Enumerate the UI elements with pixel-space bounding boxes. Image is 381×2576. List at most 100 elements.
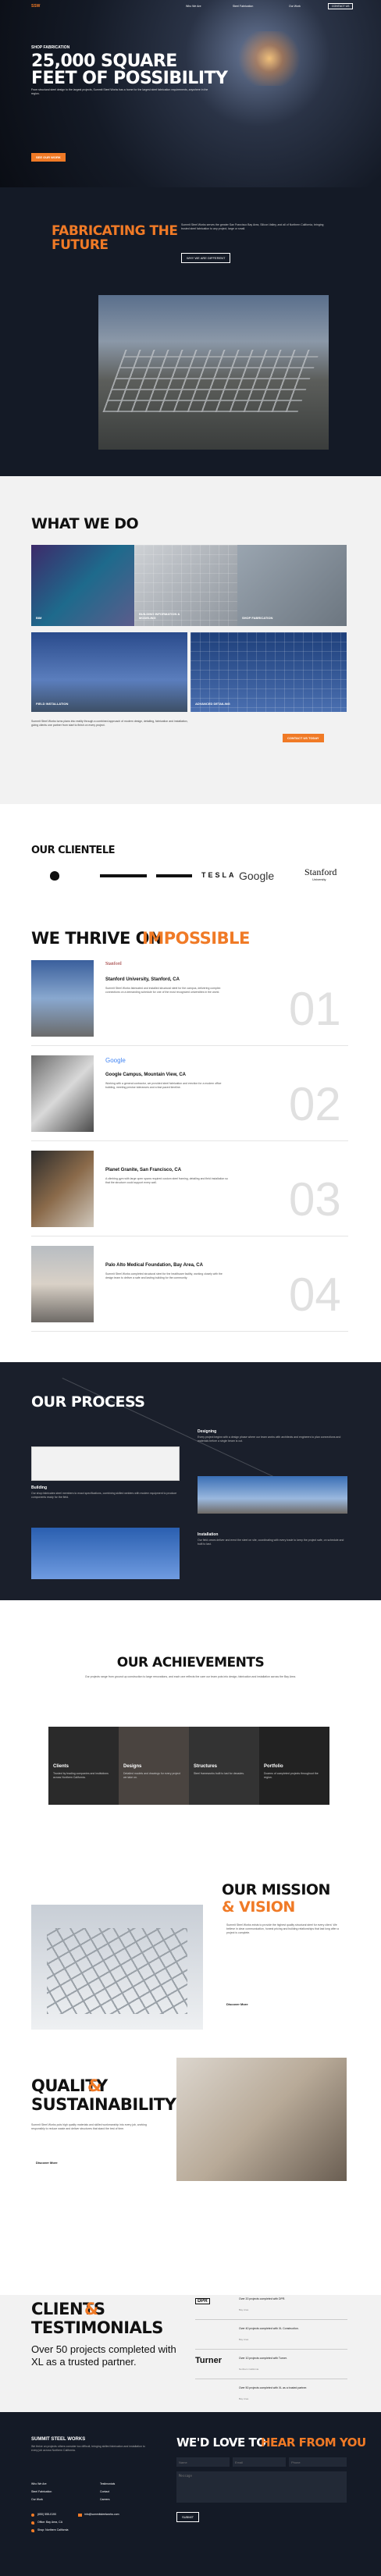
contact-title-b: HEAR FROM YOU (261, 2435, 366, 2450)
tile-field-installation[interactable]: FIELD INSTALLATION (31, 632, 187, 712)
phone-icon (31, 2514, 34, 2517)
what-we-do-body: Summit Steel Works turns plans into real… (31, 720, 188, 727)
project-photo (31, 1055, 94, 1132)
step-building-body: Our shop fabricates steel members to exa… (31, 1492, 177, 1499)
clients-section: CLIENTS & TESTIMONIALS Over 50 projects … (0, 2295, 381, 2412)
footer-link-fabrication[interactable]: Steel Fabrication (31, 2490, 52, 2493)
client-sub: Bay Area (239, 2338, 249, 2341)
location-icon (31, 2529, 34, 2532)
mission-title-b: & VISION (222, 1898, 295, 1916)
tile-bim-label: BIM (36, 616, 42, 620)
mission-body: Summit Steel Works exists to provide the… (226, 1923, 339, 1934)
mission-discover-link[interactable]: Discover More (226, 2002, 248, 2006)
project-name: Google Campus, Mountain View, CA (105, 1073, 187, 1077)
project-body: A climbing gym with large open spans req… (105, 1177, 229, 1184)
footer-link-who[interactable]: Who We Are (31, 2482, 47, 2485)
achievements-body: Our projects range from ground up constr… (84, 1675, 297, 1678)
project-brand: Google (105, 1057, 126, 1064)
nav-link-fabrication[interactable]: Steel Fabrication (233, 5, 253, 8)
tile-shop-label: SHOP FABRICATION (242, 616, 273, 620)
client-logo: Turner (195, 2356, 223, 2365)
nav-link-who[interactable]: Who We Are (186, 5, 201, 8)
project-photo (31, 960, 94, 1037)
see-work-button[interactable]: SEE OUR WORK (31, 153, 66, 162)
contact-nav-button[interactable]: CONTACT US (328, 3, 354, 9)
client-sub: Bay Area (239, 2308, 249, 2311)
mission-section: OUR MISSION & VISION Summit Steel Works … (0, 1842, 381, 2045)
clients-headline: Over 50 projects completed with XL as a … (31, 2343, 176, 2368)
quality-title-b: SUSTAINABILITY (31, 2095, 176, 2114)
name-field[interactable] (176, 2457, 230, 2467)
footer-link-careers[interactable]: Careers (100, 2498, 109, 2501)
stanford-logo-sub: University (312, 877, 326, 881)
client-item: Over 50 projects completed with XL as a … (195, 2384, 347, 2409)
why-different-button[interactable]: WHY WE ARE DIFFERENT (181, 253, 231, 263)
fabrication-photo (98, 295, 329, 450)
footer-phone[interactable]: (650) 555-0190 (37, 2513, 56, 2516)
achievement-card-title: Portfolio (264, 1764, 283, 1769)
step-installation-body: Our field crews deliver and erect the st… (198, 1539, 344, 1546)
footer-link-work[interactable]: Our Work (31, 2498, 43, 2501)
clients-title-amp: & (84, 2300, 98, 2318)
phone-field[interactable] (289, 2457, 347, 2467)
message-field[interactable] (176, 2471, 347, 2503)
footer-section: SUMMIT STEEL WORKS We thrive on projects… (0, 2412, 381, 2576)
what-we-do-section: WHAT WE DO BIM BUILDING INFORMATION & MO… (0, 476, 381, 804)
achievement-card: Clients Trusted by leading companies and… (48, 1727, 119, 1805)
fabricating-body: Summit Steel Works serves the greater Sa… (181, 223, 324, 230)
project-photo (31, 1151, 94, 1227)
project-name: Planet Granite, San Francisco, CA (105, 1168, 182, 1172)
achievement-card: Designs Detailed models and drawings for… (119, 1727, 189, 1805)
tile-shop-fabrication[interactable]: SHOP FABRICATION (237, 545, 347, 626)
tile-detailing-label: ADVANCED DETAILING (195, 702, 230, 706)
project-name: Stanford University, Stanford, CA (105, 977, 180, 982)
client-logo-2-icon (100, 874, 147, 877)
step-designing-body: Every project begins with a design phase… (198, 1436, 341, 1443)
clientele-title: OUR CLIENTELE (31, 845, 115, 856)
submit-button[interactable]: SUBMIT (176, 2512, 200, 2522)
project-name: Palo Alto Medical Foundation, Bay Area, … (105, 1263, 203, 1268)
apple-logo-icon (50, 871, 59, 881)
stanford-logo: Stanford (304, 866, 337, 877)
achievement-card-title: Designs (123, 1764, 142, 1769)
client-text: Over 10 projects completed with Turner. (239, 2357, 287, 2360)
tile-advanced-detailing[interactable]: ADVANCED DETAILING (190, 632, 347, 712)
achievements-title: OUR ACHIEVEMENTS (116, 1655, 265, 1670)
rooftop-frame (102, 350, 321, 412)
achievement-card-title: Clients (53, 1764, 69, 1769)
designing-photo (31, 1446, 180, 1481)
footer-addr1: Office: Bay Area, CA (37, 2521, 63, 2524)
process-section: OUR PROCESS Designing Every project begi… (0, 1362, 381, 1600)
achievement-card-body: Trusted by leading companies and institu… (53, 1772, 109, 1779)
project-row: Google Google Campus, Mountain View, CA … (31, 1055, 348, 1141)
client-item: Turner Over 10 projects completed with T… (195, 2354, 347, 2379)
contact-today-button[interactable]: CONTACT US TODAY (283, 734, 324, 742)
client-item: Over 40 projects completed with XL Const… (195, 2325, 347, 2350)
client-text: Over 20 projects completed with DPR. (239, 2297, 286, 2300)
step-building-title: Building (31, 1485, 47, 1490)
tile-bim[interactable]: BIM (31, 545, 134, 626)
email-field[interactable] (233, 2457, 286, 2467)
quality-discover-link[interactable]: Discover More (36, 2161, 58, 2165)
footer-link-testimonials[interactable]: Testimonials (100, 2482, 115, 2485)
google-logo: Google (239, 870, 275, 882)
installation-photo (31, 1528, 180, 1579)
tile-building-info[interactable]: BUILDING INFORMATION & MODELING (134, 545, 237, 626)
mission-photo (31, 1905, 203, 2030)
quality-body: Summit Steel Works puts high quality mat… (31, 2123, 147, 2130)
clientele-section: OUR CLIENTELE TESLA Google Stanford Univ… (0, 804, 381, 906)
project-number: 02 (289, 1078, 341, 1130)
footer-email[interactable]: info@summitsteelworks.com (84, 2513, 119, 2516)
client-logo-3-icon (156, 874, 192, 877)
fabricating-title-2: FUTURE (52, 237, 109, 253)
footer-link-contact[interactable]: Contact (100, 2490, 109, 2493)
project-row: Planet Granite, San Francisco, CA A clim… (31, 1151, 348, 1236)
nav-link-work[interactable]: Our Work (289, 5, 301, 8)
footer-desc: We thrive on projects others consider to… (31, 2445, 145, 2452)
achievement-card-body: Steel frameworks built to last for decad… (194, 1772, 244, 1775)
logo[interactable]: SSW (31, 4, 40, 9)
location-icon (31, 2521, 34, 2524)
client-item: DPR Over 20 projects completed with DPR.… (195, 2295, 347, 2320)
achievement-card: Structures Steel frameworks built to las… (189, 1727, 259, 1805)
fabricating-section: FABRICATING THE FUTURE Summit Steel Work… (0, 187, 381, 476)
